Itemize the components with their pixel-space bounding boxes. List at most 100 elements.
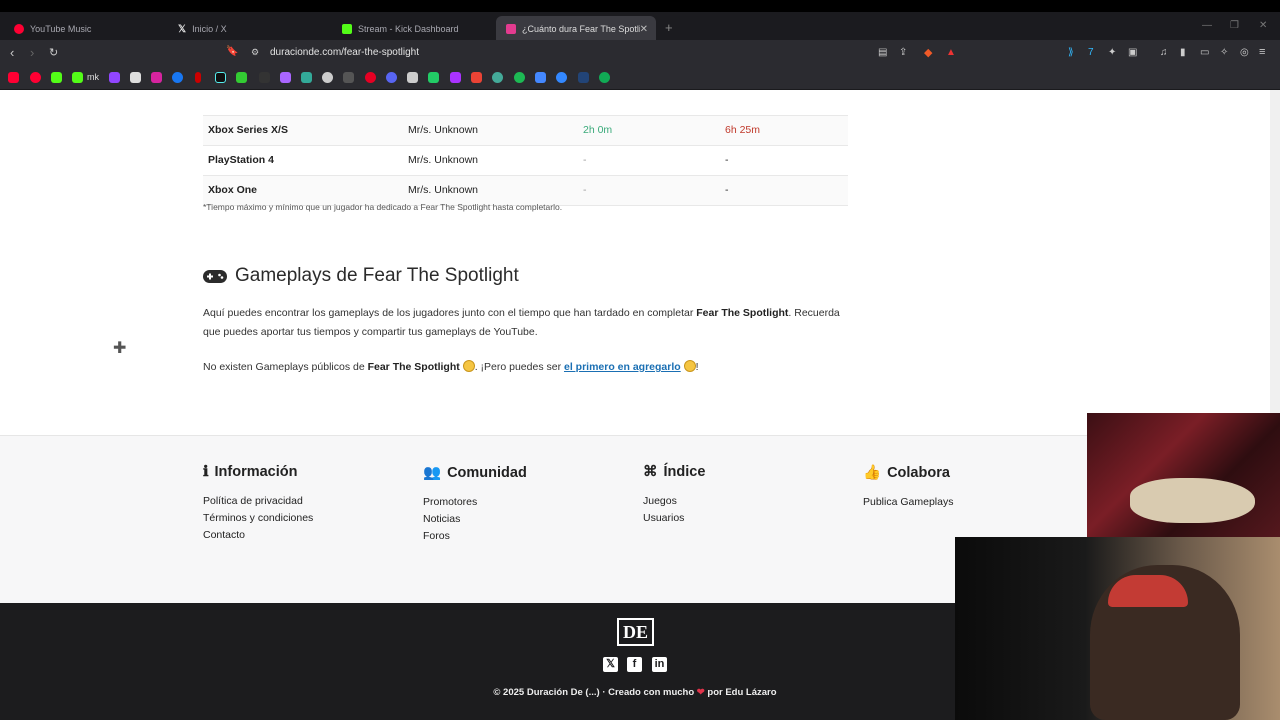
publica-gameplays-link[interactable]: Publica Gameplays xyxy=(863,494,953,511)
x-bookmark-icon[interactable] xyxy=(130,72,141,83)
bookmark-21-icon[interactable] xyxy=(535,72,546,83)
site-info-icon[interactable]: ⚙ xyxy=(251,47,259,58)
gameplays-heading: Gameplays de Fear The Spotlight xyxy=(203,265,519,287)
promotores-link[interactable]: Promotores xyxy=(423,494,527,511)
bookmark-icon[interactable]: 🔖 xyxy=(226,46,238,57)
bookmark-8-icon[interactable] xyxy=(259,72,270,83)
bookmark-16-icon[interactable] xyxy=(428,72,439,83)
bookmark-10-icon[interactable] xyxy=(301,72,312,83)
no-gameplays-message: No existen Gameplays públicos de Fear Th… xyxy=(203,358,853,377)
spotify-bookmark-icon[interactable] xyxy=(514,72,525,83)
tab-duracionde[interactable]: ¿Cuánto dura Fear The Spotlight ✕ xyxy=(496,16,656,42)
bookmark-17-icon[interactable] xyxy=(450,72,461,83)
bookmark-14-icon[interactable] xyxy=(386,72,397,83)
smile-face-icon xyxy=(683,360,696,372)
table-row: Xbox One Mr/s. Unknown - - xyxy=(203,175,848,206)
mk-bookmark-label[interactable]: mk xyxy=(87,72,99,82)
tab-label: ¿Cuánto dura Fear The Spotlight xyxy=(522,24,640,34)
contact-link[interactable]: Contacto xyxy=(203,527,313,544)
noticias-link[interactable]: Noticias xyxy=(423,511,527,528)
footer-col-comunidad: 👥 Comunidad Promotores Noticias Foros xyxy=(423,464,527,545)
restore-icon[interactable]: ❐ xyxy=(1230,20,1239,31)
leo-ai-icon[interactable]: ✧ xyxy=(1220,47,1228,58)
footer-heading-text: Información xyxy=(214,464,298,480)
platform-cell: PlayStation 4 xyxy=(203,145,403,176)
translate-icon[interactable]: 7 xyxy=(1088,47,1094,58)
url-field[interactable]: duracionde.com/fear-the-spotlight xyxy=(270,47,419,58)
table-row xyxy=(203,90,848,116)
tab-kick[interactable]: Stream - Kick Dashboard xyxy=(332,16,492,42)
platform-cell: Xbox One xyxy=(203,175,403,206)
foros-link[interactable]: Foros xyxy=(423,528,527,545)
rewards-icon[interactable]: ▲ xyxy=(946,47,956,58)
tab-strip: YouTube Music 𝕏 Inicio / X Stream - Kick… xyxy=(0,0,1280,42)
footer-col-informacion: ℹ Información Política de privacidad Térm… xyxy=(203,464,313,544)
bookmark-11-icon[interactable] xyxy=(322,72,333,83)
copyright-author: por Edu Lázaro xyxy=(704,687,777,698)
wallet-icon[interactable]: ▭ xyxy=(1200,47,1209,58)
twitch-bookmark-icon[interactable] xyxy=(109,72,120,83)
tiktok-bookmark-icon[interactable] xyxy=(215,72,226,83)
youtube-music-bookmark-icon[interactable] xyxy=(30,72,41,83)
game-name: Fear The Spotlight xyxy=(696,307,789,319)
linkedin-social-icon[interactable]: in xyxy=(652,657,667,672)
facebook-bookmark-icon[interactable] xyxy=(172,72,183,83)
kick-mk-bookmark-icon[interactable] xyxy=(72,72,83,83)
kick-bookmark-icon[interactable] xyxy=(51,72,62,83)
gmail-bookmark-icon[interactable] xyxy=(471,72,482,83)
bookmark-15-icon[interactable] xyxy=(407,72,418,83)
menu-icon[interactable]: ≡ xyxy=(1259,46,1265,58)
footer-heading: 👥 Comunidad xyxy=(423,464,527,482)
tab-x[interactable]: 𝕏 Inicio / X xyxy=(168,16,328,42)
reader-icon[interactable]: ▤ xyxy=(878,47,887,58)
instagram-bookmark-icon[interactable] xyxy=(151,72,162,83)
vpn-icon[interactable]: ◎ xyxy=(1240,47,1249,58)
netflix-bookmark-icon[interactable] xyxy=(195,72,201,83)
share-icon[interactable]: ⇪ xyxy=(899,47,907,58)
back-icon[interactable]: ‹ xyxy=(10,45,14,60)
close-window-icon[interactable]: ✕ xyxy=(1259,20,1267,31)
bookmark-19-icon[interactable] xyxy=(492,72,503,83)
gameplays-title: Gameplays de Fear The Spotlight xyxy=(235,265,519,286)
reload-icon[interactable]: ↻ xyxy=(49,46,58,59)
sidebar-icon[interactable]: ▮ xyxy=(1180,47,1186,58)
mouse-cursor-icon: ✚ xyxy=(113,340,127,357)
terms-link[interactable]: Términos y condiciones xyxy=(203,510,313,527)
close-tab-icon[interactable]: ✕ xyxy=(640,24,648,35)
min-time-cell: - xyxy=(578,175,720,206)
no-gameplays-text-end: ! xyxy=(695,361,699,373)
youtube-music-icon xyxy=(14,24,24,34)
brave-shield-icon[interactable]: ◆ xyxy=(924,46,932,59)
price-cell: Mr/s. Unknown xyxy=(403,145,578,176)
forward-icon[interactable]: › xyxy=(30,45,34,60)
pinterest-bookmark-icon[interactable] xyxy=(365,72,376,83)
add-first-gameplay-link[interactable]: el primero en agregarlo xyxy=(564,361,681,373)
bookmark-12-icon[interactable] xyxy=(343,72,354,83)
red-cap-image xyxy=(1108,575,1188,607)
usuarios-link[interactable]: Usuarios xyxy=(643,510,705,527)
address-toolbar: ‹ › ↻ 🔖 ⚙ duracionde.com/fear-the-spotli… xyxy=(0,40,1280,66)
extension-icon[interactable]: ⟫ xyxy=(1068,47,1074,58)
bookmark-22-icon[interactable] xyxy=(556,72,567,83)
privacy-link[interactable]: Política de privacidad xyxy=(203,493,313,510)
bookmark-9-icon[interactable] xyxy=(280,72,291,83)
heart-icon: ❤ xyxy=(696,687,705,698)
site-logo[interactable]: DE xyxy=(617,618,654,646)
x-social-icon[interactable]: 𝕏 xyxy=(603,657,618,672)
platform-cell: Xbox Series X/S xyxy=(203,115,403,146)
bookmarks-bar: mk xyxy=(0,66,1280,90)
juegos-link[interactable]: Juegos xyxy=(643,493,705,510)
facebook-social-icon[interactable]: f xyxy=(627,657,642,672)
min-time-cell xyxy=(578,90,720,116)
binoculars-icon: ⌘ xyxy=(643,464,658,480)
music-icon[interactable]: ♫ xyxy=(1160,47,1168,58)
tab-youtube-music[interactable]: YouTube Music xyxy=(4,16,164,42)
extensions-puzzle-icon[interactable]: ✦ xyxy=(1108,47,1116,58)
bookmark-23-icon[interactable] xyxy=(578,72,589,83)
bookmark-24-icon[interactable] xyxy=(599,72,610,83)
youtube-bookmark-icon[interactable] xyxy=(8,72,19,83)
new-tab-icon[interactable]: + xyxy=(665,20,673,35)
capture-icon[interactable]: ▣ xyxy=(1128,47,1137,58)
minimize-icon[interactable]: — xyxy=(1202,20,1212,31)
bookmark-7-icon[interactable] xyxy=(236,72,247,83)
